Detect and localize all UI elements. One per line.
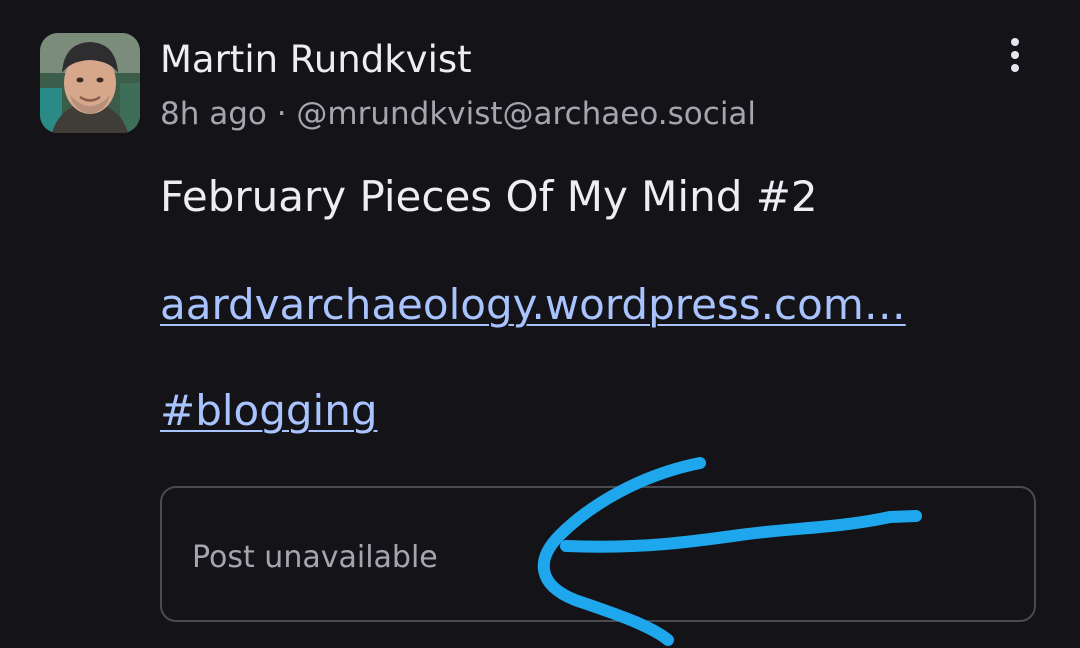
more-vertical-icon-dot [1011, 64, 1019, 72]
more-options-button[interactable] [995, 30, 1035, 80]
post-content-title: February Pieces Of My Mind #2 [160, 172, 818, 221]
author-display-name[interactable]: Martin Rundkvist [160, 38, 472, 81]
author-avatar[interactable] [40, 33, 140, 133]
quoted-post-card[interactable]: Post unavailable [160, 486, 1036, 622]
post-link[interactable]: aardvarchaeology.wordpress.com… [160, 280, 906, 329]
quoted-post-status: Post unavailable [192, 540, 438, 575]
post-meta: 8h ago · @mrundkvist@archaeo.social [160, 96, 757, 132]
more-vertical-icon-dot [1011, 51, 1019, 59]
more-vertical-icon [1011, 38, 1019, 46]
avatar-photo-icon [40, 33, 140, 133]
hashtag-link[interactable]: #blogging [160, 386, 378, 435]
